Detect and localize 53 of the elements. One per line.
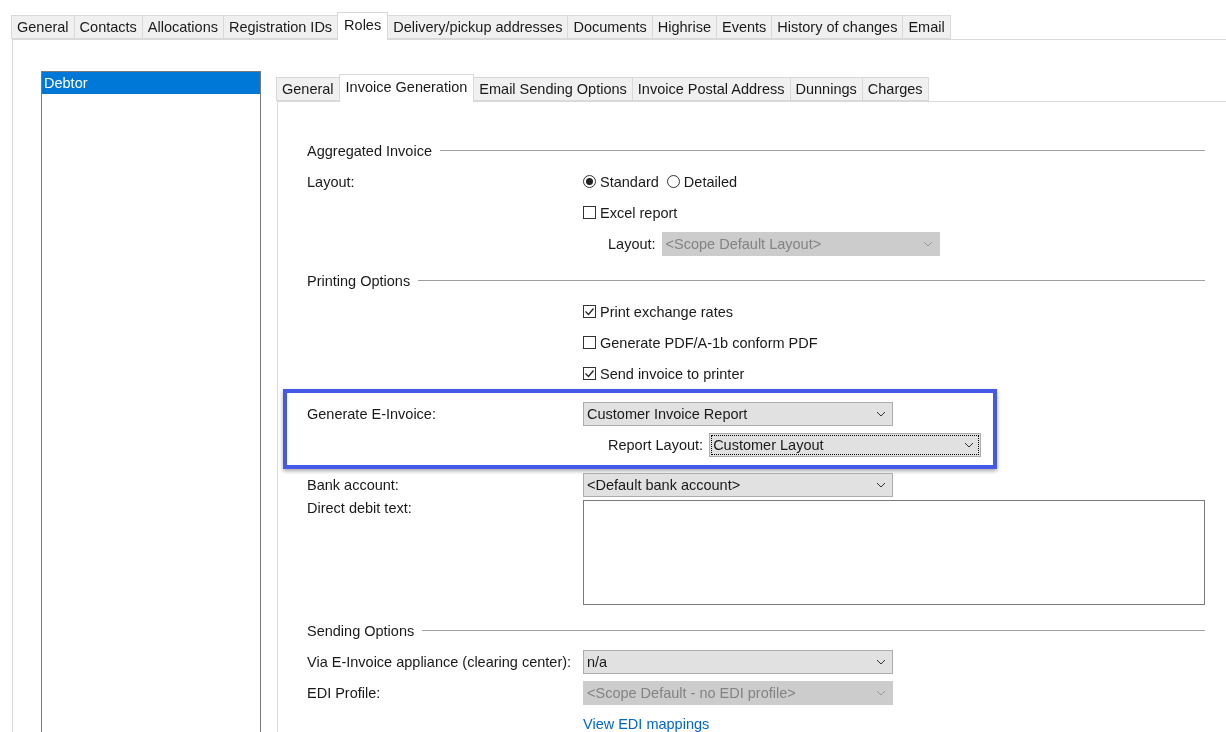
checkbox[interactable] [583, 367, 596, 380]
tab[interactable]: Allocations [141, 15, 224, 39]
checkbox-label: Send invoice to printer [600, 365, 745, 382]
dropdown-field[interactable]: Customer Invoice Report [583, 401, 893, 426]
radio-label: Detailed [683, 173, 738, 190]
tab[interactable]: Documents [567, 15, 653, 39]
tab[interactable]: General [276, 77, 340, 101]
section-title: Aggregated Invoice [307, 142, 432, 159]
field-label: Bank account: [307, 476, 400, 493]
field-label: Layout: [307, 173, 356, 190]
field-label: EDI Profile: [307, 684, 382, 701]
checkbox[interactable] [583, 305, 596, 318]
tab[interactable]: Email [902, 15, 951, 39]
checkbox-label: Generate PDF/A-1b conform PDF [600, 334, 818, 351]
tab[interactable]: History of changes [771, 15, 904, 39]
dropdown-field[interactable]: n/a [583, 649, 893, 674]
tab[interactable]: Charges [861, 77, 929, 101]
checkbox-label: Print exchange rates [600, 303, 733, 320]
tab[interactable]: Dunnings [789, 77, 863, 101]
tab[interactable]: Invoice Postal Address [631, 77, 791, 101]
chevron-down-icon [876, 689, 886, 696]
tab[interactable]: Invoice Generation [338, 74, 475, 102]
tab[interactable]: Roles [337, 12, 389, 40]
chevron-down-icon [876, 410, 886, 417]
radio-label: Standard [600, 173, 659, 190]
tab[interactable]: Events [715, 15, 773, 39]
field-label: Direct debit text: [307, 500, 413, 516]
dropdown-field[interactable]: Customer Layout [709, 432, 982, 457]
chevron-down-icon [922, 240, 933, 247]
checkbox-label: Excel report [600, 204, 678, 221]
tab[interactable]: Registration IDs [222, 15, 339, 39]
chevron-down-icon [964, 441, 975, 448]
checkbox[interactable] [583, 206, 596, 219]
field-label: Report Layout: [608, 436, 704, 453]
chevron-down-icon [876, 658, 886, 665]
section-title: Sending Options [307, 622, 415, 639]
section-title: Printing Options [307, 272, 411, 289]
tab[interactable]: Email Sending Options [473, 77, 633, 101]
list-item[interactable]: Debtor [42, 72, 260, 94]
radio-button[interactable] [666, 175, 680, 188]
view-mappings-link[interactable]: View EDI mappings [583, 715, 710, 732]
tab[interactable]: Highrise [651, 15, 717, 39]
field-label: Layout: [608, 235, 656, 252]
chevron-down-icon [876, 481, 886, 488]
field-label: Via E-Invoice appliance (clearing center): [307, 653, 573, 670]
radio-button[interactable] [583, 175, 596, 188]
text-area[interactable] [583, 500, 1205, 605]
dropdown-field[interactable]: <Default bank account> [583, 472, 893, 497]
tab[interactable]: Contacts [73, 15, 143, 39]
checkbox[interactable] [583, 336, 596, 349]
tab[interactable]: Delivery/pickup addresses [387, 15, 569, 39]
field-label: Generate E-Invoice: [307, 405, 437, 422]
tab[interactable]: General [11, 15, 75, 39]
